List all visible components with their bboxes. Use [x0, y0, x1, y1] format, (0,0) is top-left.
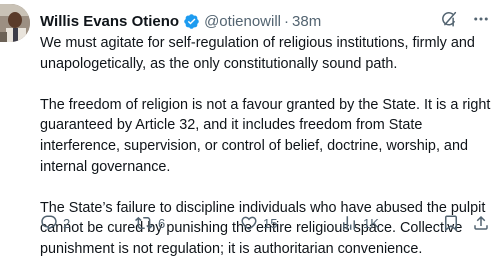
author-handle[interactable]: @otienowill [204, 13, 281, 30]
repost-icon [135, 214, 153, 232]
reply-icon [40, 214, 58, 232]
like-icon [240, 214, 258, 232]
repost-button[interactable]: 6 [135, 214, 165, 232]
header-actions [440, 10, 490, 32]
avatar[interactable] [0, 4, 30, 42]
verified-badge-icon [183, 13, 200, 30]
tweet-header: Willis Evans Otieno @otienowill · 38m [40, 10, 490, 32]
reply-button[interactable]: 2 [40, 214, 70, 232]
views-icon [340, 214, 358, 232]
more-icon[interactable] [472, 10, 490, 32]
post-time[interactable]: 38m [292, 13, 321, 30]
bookmark-button[interactable] [442, 214, 460, 232]
tweet-text: We must agitate for self-regulation of r… [40, 33, 492, 280]
share-icon [472, 214, 490, 232]
grok-icon[interactable] [440, 10, 458, 32]
share-button[interactable] [472, 214, 490, 232]
tweet-paragraph: We must agitate for self-regulation of r… [40, 35, 475, 72]
reply-count: 2 [63, 215, 71, 231]
views-button[interactable]: 1K [340, 214, 379, 232]
tweet-paragraph: The freedom of religion is not a favour … [40, 96, 491, 175]
avatar-photo [0, 4, 30, 42]
repost-count: 6 [158, 215, 166, 231]
views-count: 1K [363, 215, 379, 231]
like-count: 15 [263, 215, 278, 231]
separator-dot: · [284, 12, 290, 30]
action-bar: 2 6 15 1K [40, 212, 490, 234]
author-name[interactable]: Willis Evans Otieno [40, 13, 179, 30]
like-button[interactable]: 15 [240, 214, 277, 232]
bookmark-icon [442, 214, 460, 232]
